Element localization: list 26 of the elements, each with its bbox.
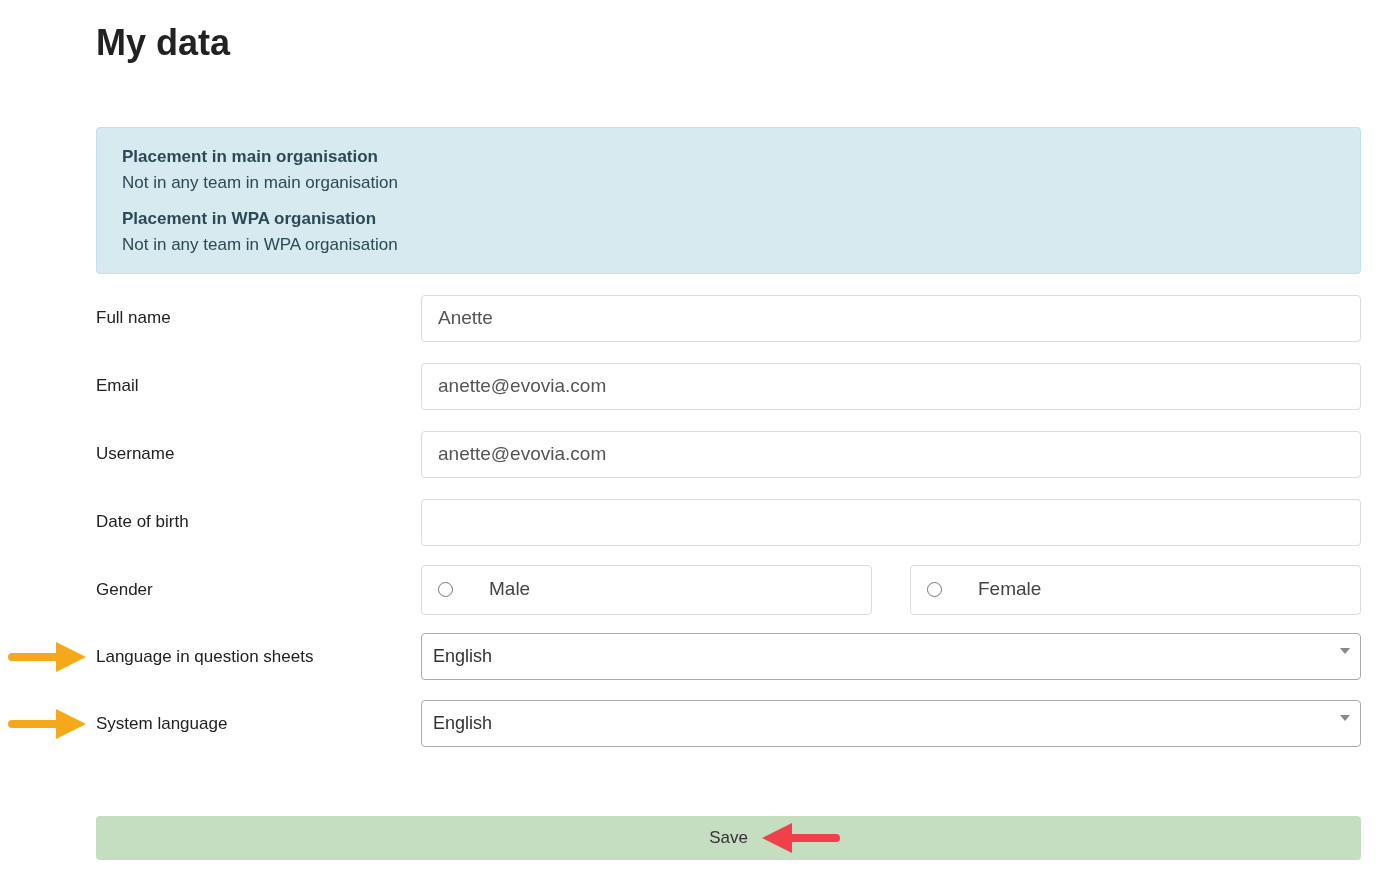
arrow-icon xyxy=(760,821,842,855)
input-field[interactable]: anette@evovia.com xyxy=(421,430,1361,478)
info-text: Not in any team in WPA organisation xyxy=(122,234,399,256)
info-heading: Placement in WPA organisation xyxy=(122,208,378,230)
save-button[interactable]: Save xyxy=(96,816,1361,860)
dropdown-caret-icon xyxy=(1340,715,1350,721)
arrow-icon xyxy=(6,639,88,674)
field-label: Email xyxy=(96,375,139,398)
dropdown-caret-icon xyxy=(1340,648,1350,654)
select-field[interactable]: English xyxy=(421,700,1361,747)
arrow-icon xyxy=(6,706,88,741)
info-heading: Placement in main organisation xyxy=(122,146,379,168)
input-field[interactable] xyxy=(421,498,1361,546)
radio-option[interactable]: Male xyxy=(421,564,872,615)
field-label: Full name xyxy=(96,307,171,330)
field-label: Username xyxy=(96,443,175,466)
radio-option[interactable]: Female xyxy=(910,564,1361,615)
field-label: Language in question sheets xyxy=(96,645,314,668)
input-field[interactable]: Anette xyxy=(421,294,1361,342)
page-title: My data xyxy=(96,21,232,65)
select-field[interactable]: English xyxy=(421,633,1361,680)
info-text: Not in any team in main organisation xyxy=(122,172,399,194)
field-label: Date of birth xyxy=(96,511,189,534)
field-label: Gender xyxy=(96,578,153,601)
field-label: System language xyxy=(96,712,228,735)
input-field[interactable]: anette@evovia.com xyxy=(421,362,1361,410)
